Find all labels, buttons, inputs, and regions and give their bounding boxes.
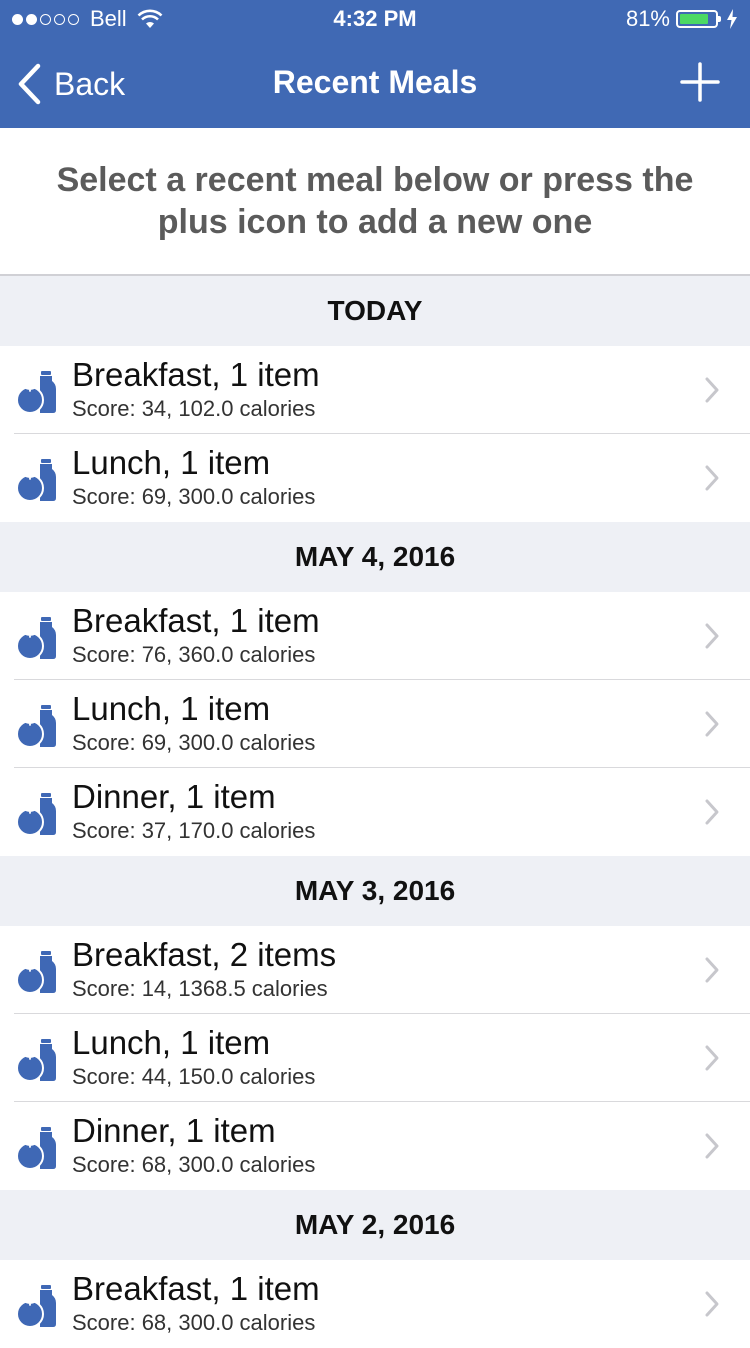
battery-area: 81% [626,6,738,32]
meal-title: Breakfast, 1 item [72,1270,320,1307]
meal-title: Breakfast, 2 items [72,936,337,973]
meal-row[interactable]: Lunch, 1 item Score: 44, 150.0 calories [0,1014,750,1102]
meal-subtitle: Score: 68, 300.0 calories [72,1310,316,1335]
meal-title: Dinner, 1 item [72,778,276,815]
meal-row[interactable]: Dinner, 1 item Score: 37, 170.0 calories [0,768,750,856]
meal-subtitle: Score: 69, 300.0 calories [72,484,316,509]
section-header: MAY 2, 2016 [0,1190,750,1260]
meal-icon [16,705,56,748]
meal-row[interactable]: Lunch, 1 item Score: 69, 300.0 calories [0,434,750,522]
chevron-right-icon [705,1291,719,1317]
status-bar: Bell 4:32 PM 81% [0,0,750,40]
meal-title: Breakfast, 1 item [72,602,320,639]
meal-subtitle: Score: 34, 102.0 calories [72,396,316,421]
meal-row[interactable]: Dinner, 1 item Score: 68, 300.0 calories [0,1102,750,1190]
meal-row[interactable]: Breakfast, 1 item Score: 68, 300.0 calori… [0,1260,750,1348]
chevron-right-icon [705,623,719,649]
chevron-right-icon [705,957,719,983]
chevron-right-icon [705,465,719,491]
meal-subtitle: Score: 68, 300.0 calories [72,1152,316,1177]
meal-subtitle: Score: 14, 1368.5 calories [72,976,328,1001]
meal-row[interactable]: Breakfast, 2 items Score: 14, 1368.5 calo… [0,926,750,1014]
section-header: MAY 4, 2016 [0,522,750,592]
meal-subtitle: Score: 37, 170.0 calories [72,818,316,843]
meal-subtitle: Score: 44, 150.0 calories [72,1064,316,1089]
meal-list: TODAY Breakfast, 1 item Score: 34, 102.0 c… [0,276,750,1348]
section-header: TODAY [0,276,750,346]
meal-title: Lunch, 1 item [72,1024,271,1061]
chevron-right-icon [705,1133,719,1159]
instructions-text: Select a recent meal below or press the … [0,128,750,276]
meal-icon [16,1285,56,1328]
navigation-bar: Back Recent Meals [0,40,750,128]
meal-title: Lunch, 1 item [72,690,271,727]
meal-row[interactable]: Breakfast, 1 item Score: 76, 360.0 calori… [0,592,750,680]
meal-icon [16,1039,56,1082]
plus-icon[interactable] [680,62,720,102]
meal-icon [16,1127,56,1170]
meal-row[interactable]: Breakfast, 1 item Score: 34, 102.0 calori… [0,346,750,434]
meal-row[interactable]: Lunch, 1 item Score: 69, 300.0 calories [0,680,750,768]
meal-icon [16,371,56,414]
chevron-right-icon [705,799,719,825]
chevron-right-icon [705,377,719,403]
page-title: Recent Meals [272,64,478,100]
battery-fill [680,14,708,24]
chevron-right-icon [705,711,719,737]
battery-percent: 81% [625,6,670,31]
meal-icon [16,459,56,502]
meal-subtitle: Score: 76, 360.0 calories [72,642,316,667]
section-header: MAY 3, 2016 [0,856,750,926]
charging-bolt-icon [727,9,737,29]
meal-title: Dinner, 1 item [72,1112,276,1149]
meal-subtitle: Score: 69, 300.0 calories [72,730,316,755]
meal-icon [16,617,56,660]
meal-title: Lunch, 1 item [72,444,271,481]
meal-title: Breakfast, 1 item [72,356,320,393]
chevron-right-icon [705,1045,719,1071]
battery-icon [676,10,721,28]
meal-icon [16,951,56,994]
meal-icon [16,793,56,836]
